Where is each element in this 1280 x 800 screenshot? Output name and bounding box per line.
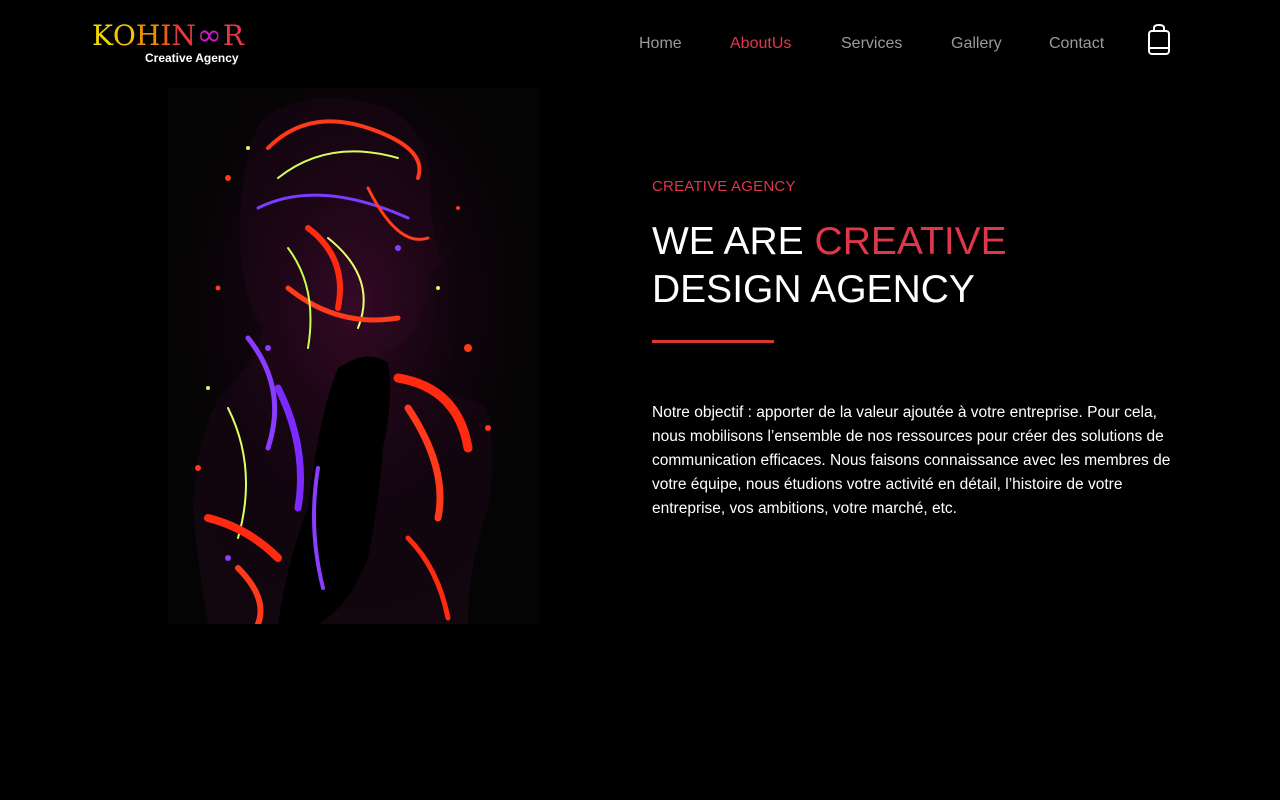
logo-letter: N xyxy=(171,19,196,52)
logo-letter: H xyxy=(135,19,161,52)
nav-contact[interactable]: Contact xyxy=(1049,34,1104,54)
logo[interactable]: KOHIN∞R Creative Agency xyxy=(92,20,292,68)
logo-letter: K xyxy=(92,19,113,52)
logo-subtitle: Creative Agency xyxy=(145,51,239,65)
nav-services[interactable]: Services xyxy=(841,34,902,54)
shopping-bag-icon[interactable] xyxy=(1146,23,1172,56)
nav-home[interactable]: Home xyxy=(639,34,682,54)
logo-letter: R xyxy=(222,19,244,52)
section-headline: WE ARE CREATIVE DESIGN AGENCY xyxy=(652,218,1192,314)
logo-wordmark: KOHIN∞R xyxy=(92,20,244,52)
headline-part1: WE ARE xyxy=(652,220,815,263)
logo-letter: I xyxy=(160,19,172,52)
headline-part2: DESIGN AGENCY xyxy=(652,268,975,311)
logo-letter: O xyxy=(112,19,136,52)
nav-gallery[interactable]: Gallery xyxy=(951,34,1002,54)
headline-accent: CREATIVE xyxy=(814,220,1007,263)
section-eyebrow: CREATIVE AGENCY xyxy=(652,178,796,195)
hero-portrait-image xyxy=(168,88,540,624)
section-body: Notre objectif : apporter de la valeur a… xyxy=(652,404,1171,517)
logo-infinity-mark: ∞ xyxy=(196,18,222,53)
about-content: CREATIVE AGENCY WE ARE CREATIVE DESIGN A… xyxy=(652,176,1192,521)
section-divider xyxy=(652,340,774,343)
site-header: KOHIN∞R Creative Agency Home AboutUs Ser… xyxy=(0,0,1280,88)
nav-aboutus[interactable]: AboutUs xyxy=(730,34,791,54)
